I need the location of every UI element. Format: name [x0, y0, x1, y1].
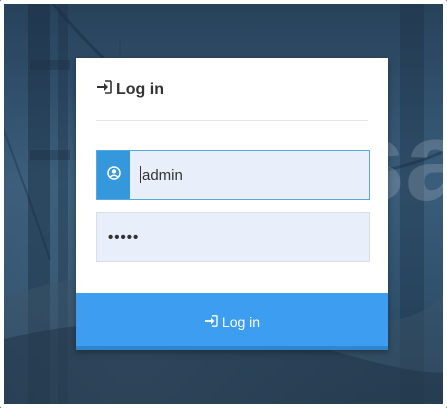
login-card: Log in admin ••••• Log in [76, 58, 388, 350]
password-input[interactable]: ••••• [108, 229, 139, 246]
title-divider [96, 120, 368, 121]
login-title: Log in [96, 80, 164, 99]
sign-in-icon [204, 314, 218, 330]
user-circle-icon [106, 165, 121, 185]
username-value: admin [142, 167, 183, 184]
text-caret [140, 166, 141, 183]
username-input[interactable]: admin [140, 166, 183, 184]
sign-in-icon [96, 80, 112, 99]
login-button-label: Log in [221, 313, 261, 330]
password-field[interactable]: ••••• [96, 212, 370, 262]
login-button[interactable]: Log in [76, 293, 388, 350]
login-title-text: Log in [116, 80, 164, 98]
username-field[interactable]: admin [96, 150, 370, 200]
username-addon [97, 151, 130, 199]
